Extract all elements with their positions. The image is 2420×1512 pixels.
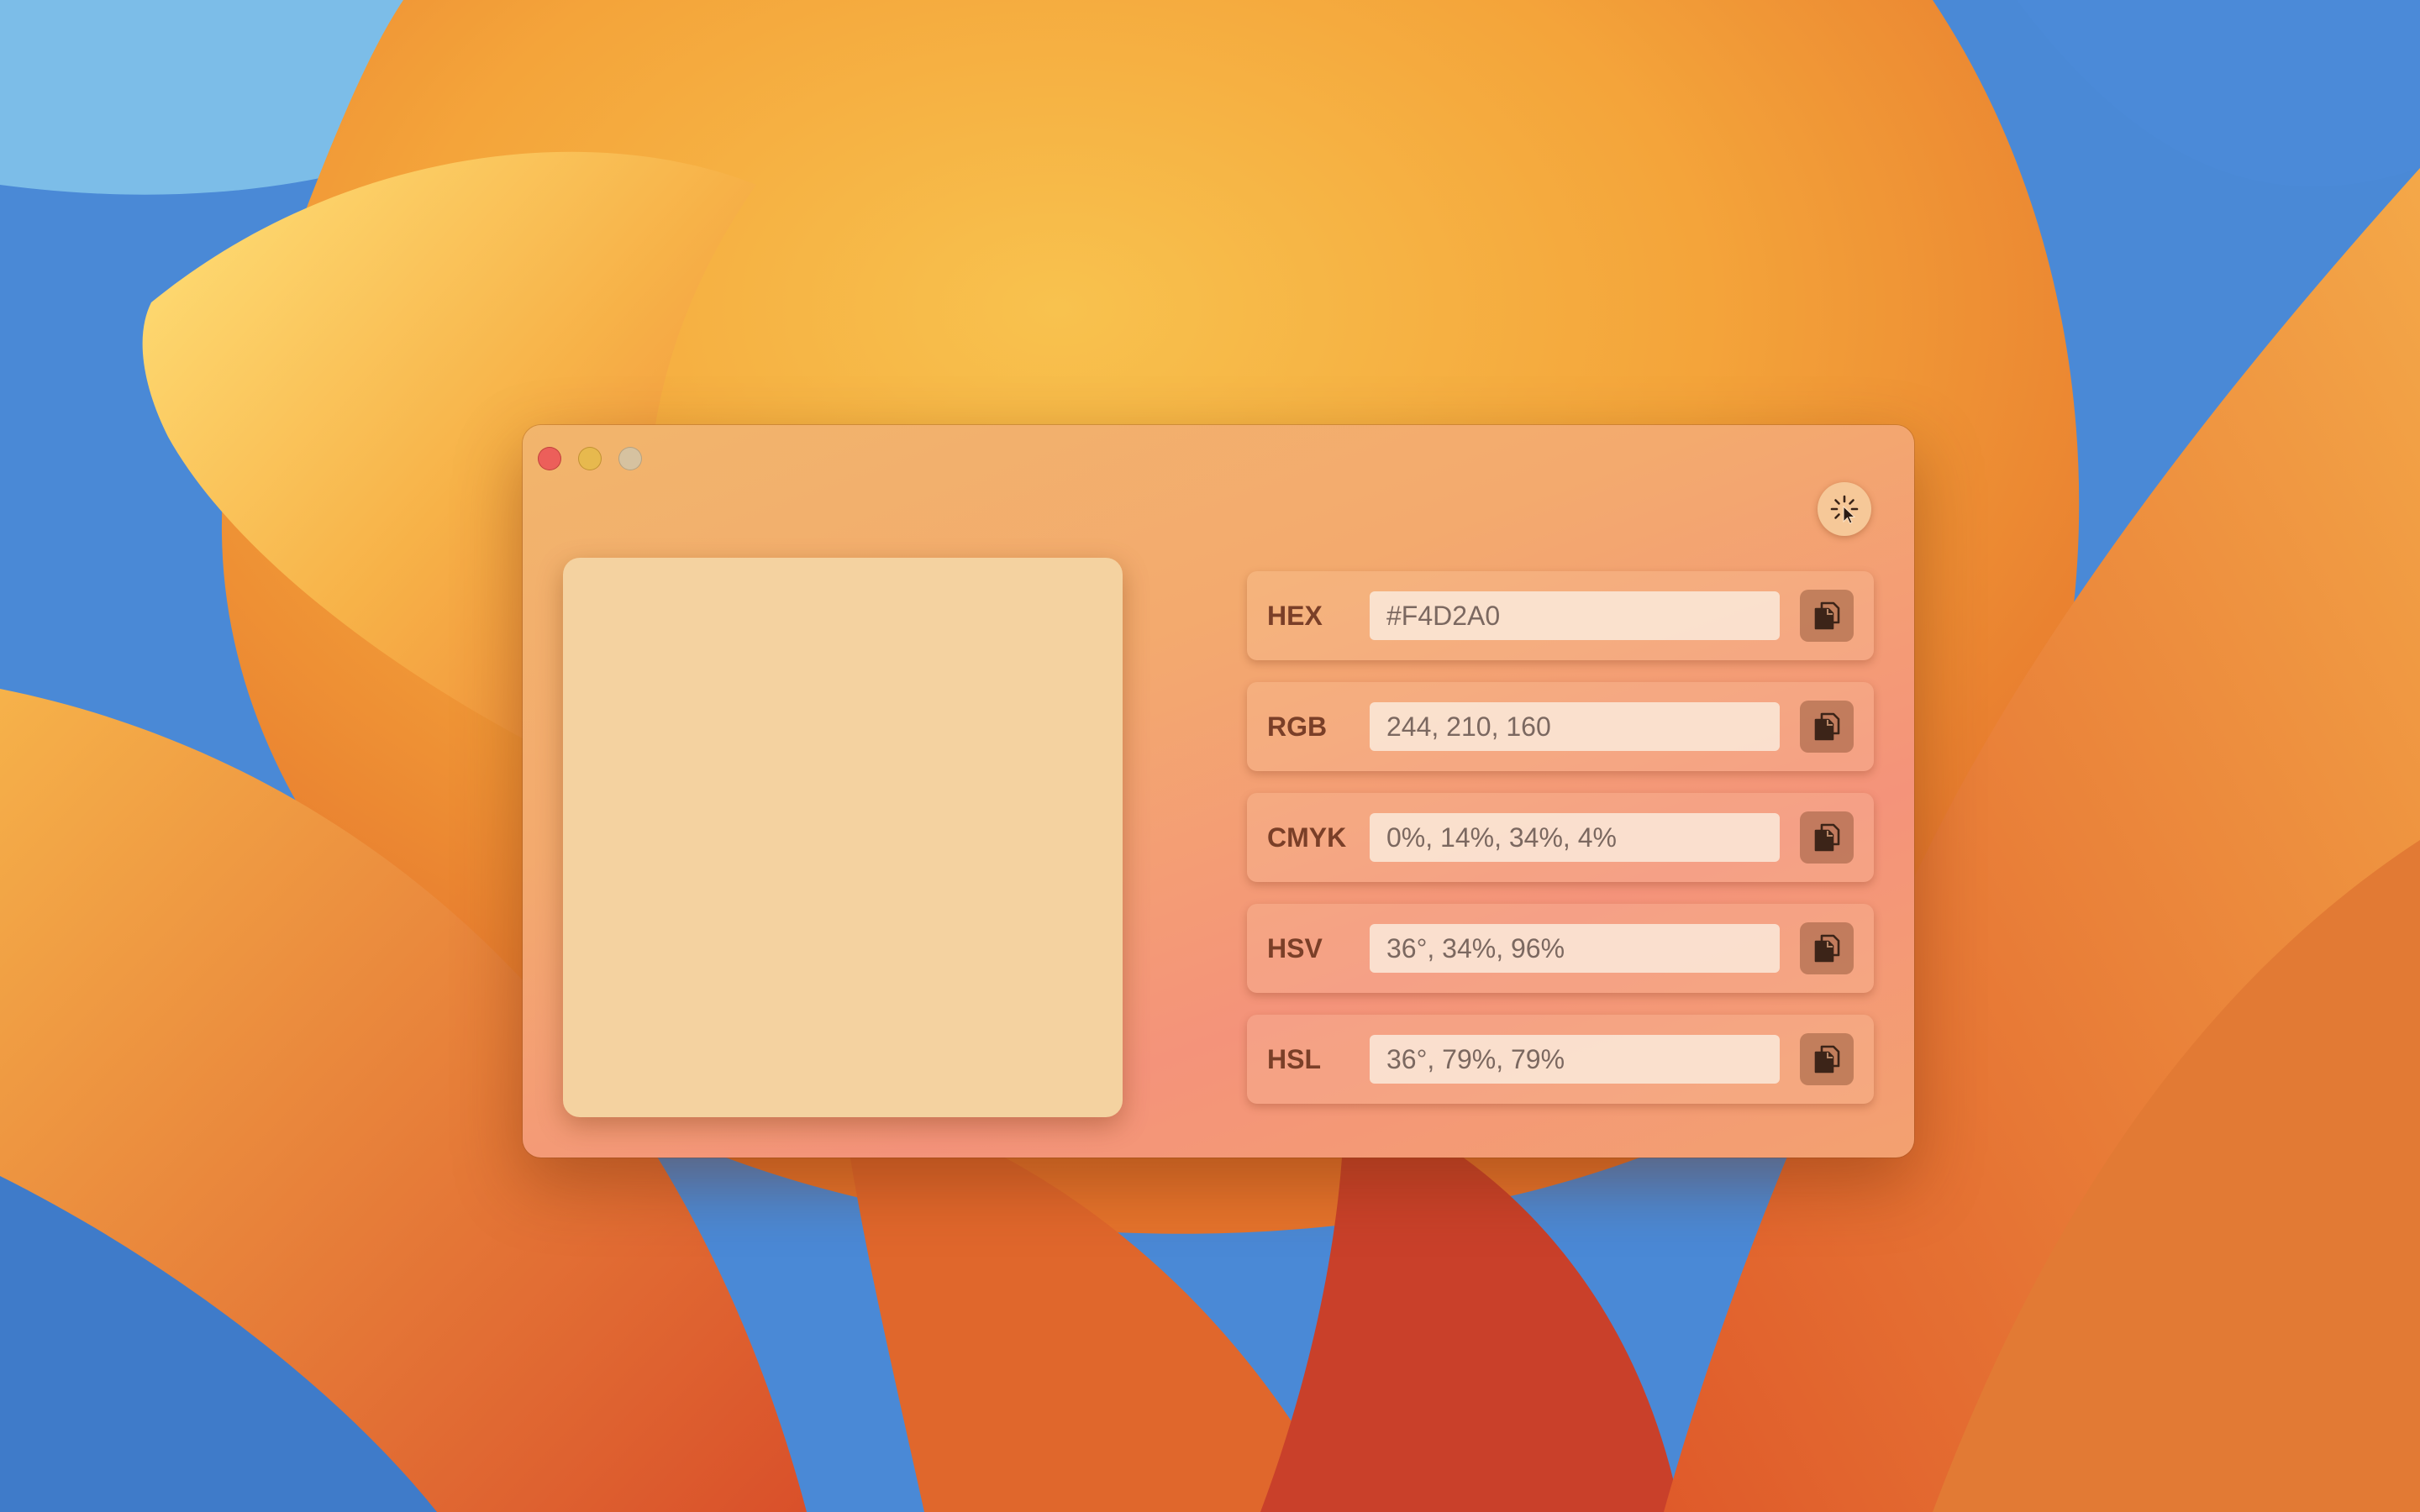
copy-icon <box>1814 601 1840 630</box>
row-label: HEX <box>1267 601 1323 631</box>
window-close-button[interactable] <box>538 447 561 470</box>
window-zoom-button[interactable] <box>618 447 642 470</box>
hex-value-field[interactable] <box>1370 591 1780 640</box>
cmyk-value-field[interactable] <box>1370 813 1780 862</box>
color-picker-window: HEX RGB <box>523 425 1914 1158</box>
row-hsv: HSV <box>1247 904 1874 993</box>
copy-icon <box>1814 1045 1840 1074</box>
row-label: HSV <box>1267 933 1323 963</box>
color-swatch <box>563 558 1123 1117</box>
copy-cmyk-button[interactable] <box>1800 811 1854 864</box>
row-label: CMYK <box>1267 822 1347 853</box>
color-picker-button[interactable] <box>1818 482 1871 536</box>
hsl-value-field[interactable] <box>1370 1035 1780 1084</box>
row-hsl: HSL <box>1247 1015 1874 1104</box>
color-values-list: HEX RGB <box>1247 571 1874 1126</box>
row-rgb: RGB <box>1247 682 1874 771</box>
copy-icon <box>1814 823 1840 852</box>
hsv-value-field[interactable] <box>1370 924 1780 973</box>
window-minimize-button[interactable] <box>578 447 602 470</box>
copy-icon <box>1814 934 1840 963</box>
copy-hsl-button[interactable] <box>1800 1033 1854 1085</box>
row-hex: HEX <box>1247 571 1874 660</box>
desktop: HEX RGB <box>0 0 2420 1512</box>
row-cmyk: CMYK <box>1247 793 1874 882</box>
row-label: HSL <box>1267 1044 1321 1074</box>
copy-rgb-button[interactable] <box>1800 701 1854 753</box>
copy-hsv-button[interactable] <box>1800 922 1854 974</box>
copy-icon <box>1814 712 1840 741</box>
row-label: RGB <box>1267 711 1328 742</box>
copy-hex-button[interactable] <box>1800 590 1854 642</box>
color-picker-icon <box>1830 495 1859 524</box>
rgb-value-field[interactable] <box>1370 702 1780 751</box>
